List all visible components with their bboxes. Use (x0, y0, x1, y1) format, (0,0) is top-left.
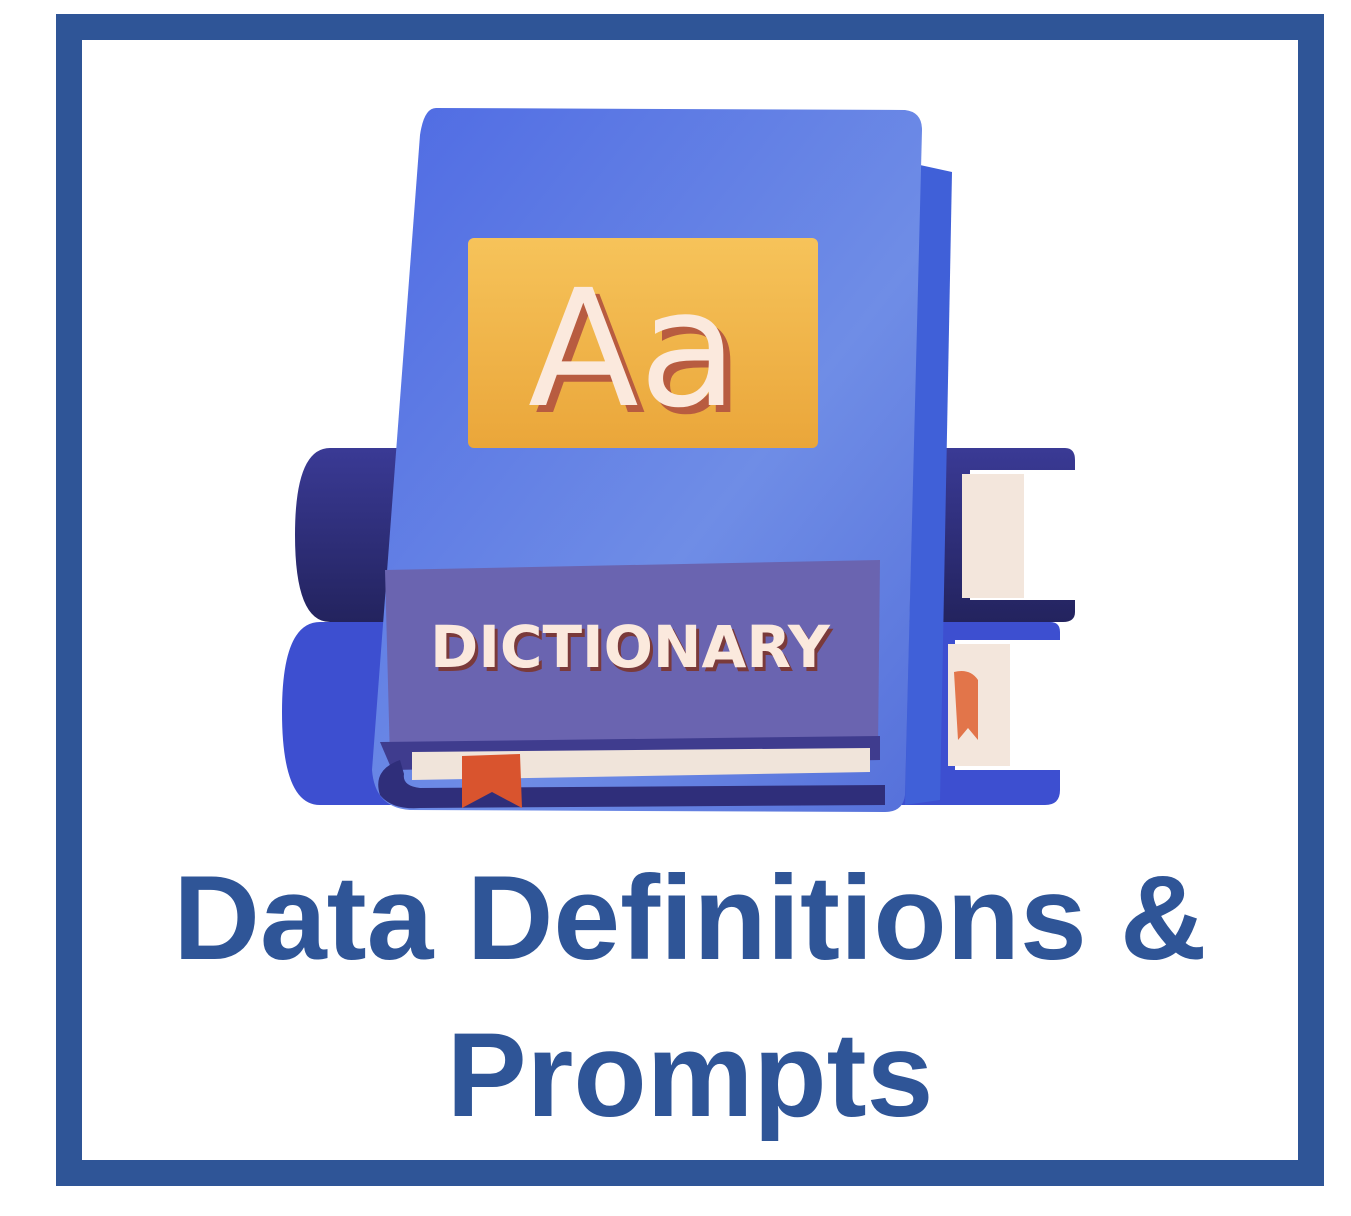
main-book: Aa Aa DICTIONARY DICTIONARY (372, 108, 922, 812)
caption-line-2: Prompts (446, 1008, 934, 1142)
caption-line-1: Data Definitions & (173, 851, 1207, 985)
band-text: DICTIONARY (430, 613, 831, 681)
side-bookmark (954, 671, 978, 740)
badge-text: Aa (528, 256, 738, 444)
